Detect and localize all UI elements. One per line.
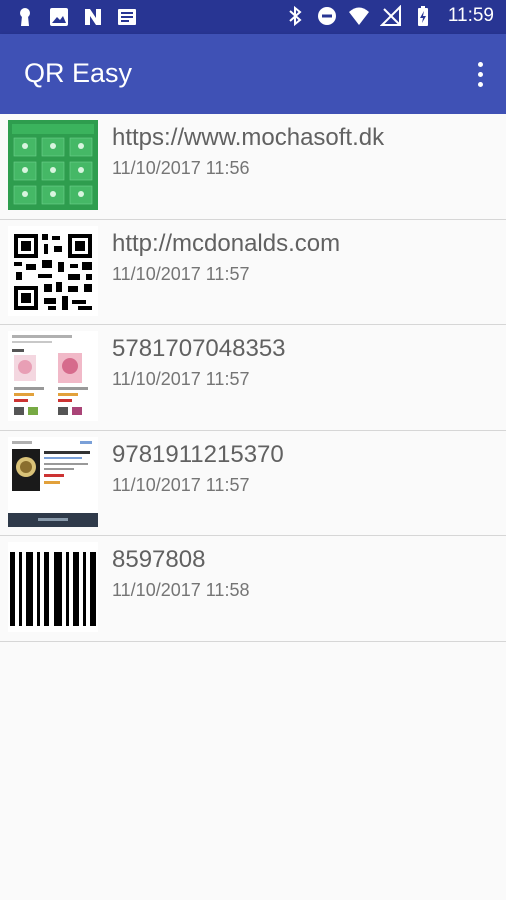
history-item-date: 11/10/2017 11:57 bbox=[112, 369, 250, 389]
wifi-icon bbox=[348, 7, 369, 25]
history-list: https://www.mochasoft.dk 11/10/2017 11:5… bbox=[0, 114, 506, 642]
history-item-date: 11/10/2017 11:57 bbox=[112, 263, 250, 284]
history-item-title: 8597808 bbox=[112, 546, 206, 573]
do-not-disturb-icon bbox=[317, 7, 336, 25]
history-item-title: 5781707048353 bbox=[112, 335, 286, 362]
battery-icon bbox=[417, 6, 428, 26]
history-item-date: 11/10/2017 11:56 bbox=[112, 158, 250, 178]
no-sim-icon bbox=[379, 5, 401, 26]
keyhole-icon bbox=[20, 8, 30, 26]
image-icon bbox=[50, 8, 68, 26]
product-page-thumbnail bbox=[8, 331, 98, 421]
history-item-title: http://mcdonalds.com bbox=[112, 229, 341, 257]
qr-code-thumbnail bbox=[8, 225, 98, 316]
more-vert-icon[interactable] bbox=[468, 56, 492, 92]
app-title: QR Easy bbox=[24, 58, 133, 88]
app-toolbar: QR Easy bbox=[0, 34, 506, 114]
history-item[interactable]: 9781911215370 11/10/2017 11:57 bbox=[0, 430, 506, 536]
app-grid-thumbnail bbox=[8, 120, 98, 210]
book-page-thumbnail bbox=[8, 436, 98, 527]
n-notification-icon bbox=[85, 9, 101, 25]
clock-time: 11:59 bbox=[447, 5, 494, 26]
history-item[interactable]: 8597808 11/10/2017 11:58 bbox=[0, 536, 506, 642]
history-item-date: 11/10/2017 11:57 bbox=[112, 474, 250, 495]
history-item-title: 9781911215370 bbox=[112, 440, 284, 468]
history-item[interactable]: http://mcdonalds.com 11/10/2017 11:57 bbox=[0, 219, 506, 325]
history-item-date: 11/10/2017 11:58 bbox=[112, 580, 250, 600]
news-icon bbox=[118, 9, 136, 25]
bluetooth-icon bbox=[289, 5, 302, 27]
history-item[interactable]: https://www.mochasoft.dk 11/10/2017 11:5… bbox=[0, 114, 506, 220]
history-item[interactable]: 5781707048353 11/10/2017 11:57 bbox=[0, 325, 506, 431]
history-item-title: https://www.mochasoft.dk bbox=[112, 124, 385, 151]
barcode-thumbnail bbox=[8, 542, 98, 632]
status-bar: 11:59 bbox=[0, 0, 506, 34]
